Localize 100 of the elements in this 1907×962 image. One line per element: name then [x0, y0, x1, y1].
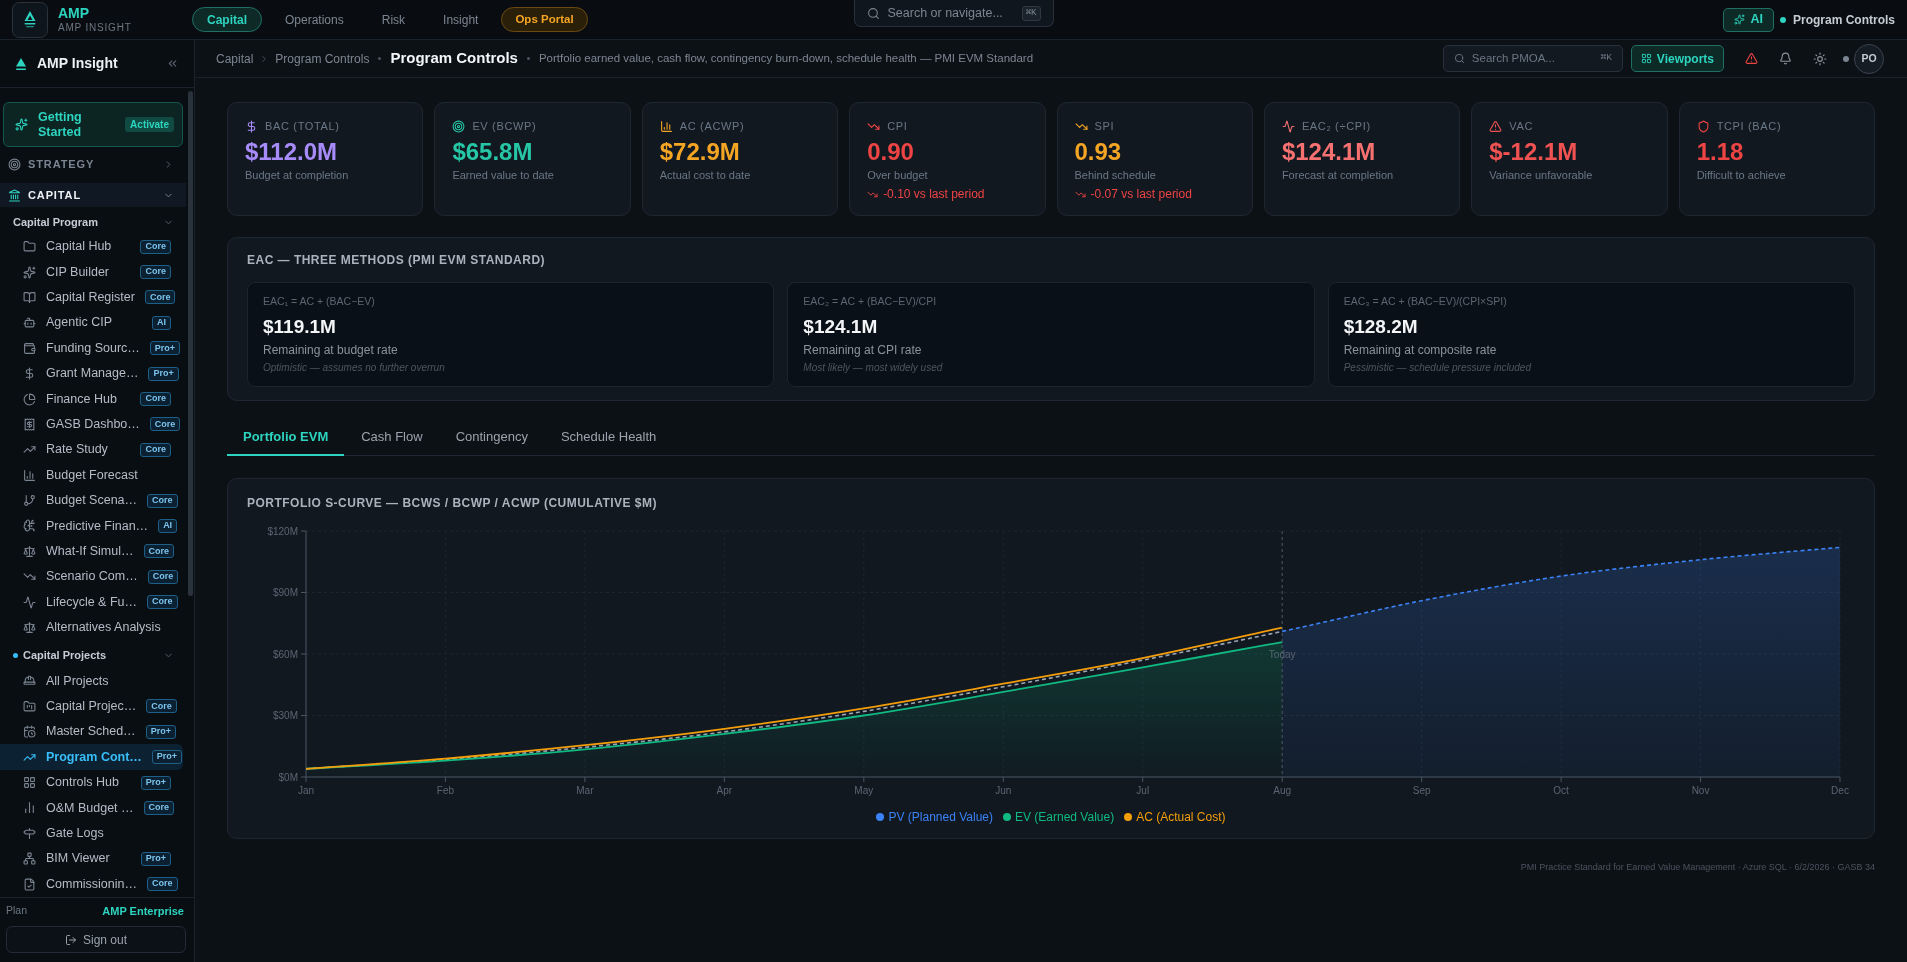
sidebar-item[interactable]: CIP Builder Core: [0, 259, 183, 285]
sidebar-item[interactable]: Rate Study Core: [0, 437, 183, 463]
kpi-value: $112.0M: [245, 138, 339, 166]
method-formula: EAC₂ = AC + (BAC−EV)/CPI: [803, 294, 938, 308]
sun-icon[interactable]: [1813, 51, 1827, 66]
dollar-icon: [23, 367, 36, 381]
user-avatar[interactable]: PO: [1854, 43, 1884, 74]
kpi-label: BAC (TOTAL): [265, 118, 340, 134]
viewports-button[interactable]: Viewports: [1630, 45, 1724, 72]
sidebar-item[interactable]: Agentic CIP AI: [0, 310, 183, 336]
method-note: Pessimistic — schedule pressure included: [1343, 361, 1533, 375]
bank-icon: [8, 188, 21, 202]
search-field[interactable]: Search PMOA... ⌘K: [1442, 45, 1623, 72]
portal-button[interactable]: Ops Portal: [501, 7, 588, 32]
kpi-caption: Variance unfavorable: [1489, 168, 1594, 183]
sidebar-item[interactable]: Lifecycle & Fu… Core: [0, 589, 183, 615]
signpost-icon: [23, 826, 36, 840]
group-header[interactable]: Capital Projects: [0, 642, 186, 669]
legend-label: PV (Planned Value): [888, 809, 993, 826]
kpi-value: $65.8M: [452, 138, 534, 166]
group-header[interactable]: Capital Program: [0, 210, 186, 234]
sidebar-item[interactable]: Capital Hub Core: [0, 234, 183, 260]
y-tick-label: $120M: [267, 525, 298, 537]
sidebar-item[interactable]: Budget Forecast: [0, 462, 183, 488]
pulse-icon: [1281, 119, 1295, 133]
scrollbar[interactable]: [187, 91, 193, 596]
breadcrumb-link[interactable]: Capital: [216, 49, 254, 68]
tier-badge: Core: [147, 569, 179, 584]
tier-badge: Core: [140, 392, 171, 407]
kpi-label: CPI: [887, 118, 908, 134]
sidebar-item[interactable]: BIM Viewer Pro+: [0, 846, 183, 872]
nav-tab[interactable]: Capital: [192, 7, 262, 32]
sparkle-icon: [15, 118, 28, 131]
sidebar-item[interactable]: Capital Projec… Core: [0, 693, 183, 720]
bar-chart-icon: [23, 801, 36, 815]
x-tick-label: Sep: [1412, 785, 1431, 796]
sidebar-item[interactable]: What-If Simul… Core: [0, 538, 183, 565]
nav-tab[interactable]: Risk: [366, 7, 421, 32]
dollar-icon: [245, 119, 258, 133]
search-field[interactable]: Search or navigate... ⌘K: [853, 0, 1054, 27]
collapse-icon[interactable]: [166, 57, 179, 70]
sidebar-item[interactable]: Finance Hub Core: [0, 386, 183, 412]
x-tick-label: May: [854, 785, 874, 796]
tier-badge: Pro+: [140, 851, 171, 866]
logout-icon: [64, 933, 77, 946]
sidebar-item[interactable]: Master Sched… Pro+: [0, 719, 183, 745]
tab[interactable]: Schedule Health: [544, 420, 673, 456]
activate-badge[interactable]: Activate: [125, 117, 174, 132]
sidebar-item[interactable]: Capital Register Core: [0, 284, 183, 311]
network-icon: [23, 852, 36, 866]
sidebar-item[interactable]: GASB Dashbo… Core: [0, 411, 183, 438]
tab[interactable]: Contingency: [439, 420, 544, 456]
section-header[interactable]: CAPITAL: [0, 183, 186, 207]
sidebar-item[interactable]: Grant Manage… Pro+: [0, 360, 183, 387]
footer-note: PMI Practice Standard for Earned Value Management · Azure SQL · 6/2/2026 · GASB 34: [1520, 861, 1875, 874]
brand-name: AMP: [58, 5, 91, 21]
sidebar-item[interactable]: Funding Sourc… Pro+: [0, 335, 183, 361]
sidebar-item[interactable]: Commissionin… Core: [0, 871, 183, 897]
x-tick-label: Dec: [1831, 785, 1849, 796]
sparkle-icon: [1734, 14, 1746, 25]
kpi-value: $124.1M: [1281, 138, 1377, 166]
tier-badge: Pro+: [145, 724, 176, 739]
sidebar-item[interactable]: All Projects: [0, 668, 183, 694]
robot-icon: [23, 316, 36, 330]
sidebar-item[interactable]: Budget Scena… Core: [0, 487, 183, 514]
tier-badge: AI: [152, 315, 171, 330]
sign-out-button[interactable]: Sign out: [6, 926, 186, 953]
sidebar-item[interactable]: Predictive Finan… AI: [0, 513, 183, 539]
grid-icon: [23, 776, 36, 789]
sidebar-item[interactable]: O&M Budget … Core: [0, 795, 183, 821]
tier-badge: Core: [140, 442, 171, 457]
tier-badge: Pro+: [149, 341, 181, 356]
sidebar-item[interactable]: Scenario Com… Core: [0, 564, 183, 590]
section-header[interactable]: STRATEGY: [0, 152, 186, 176]
kpi-caption: Difficult to achieve: [1696, 168, 1787, 183]
tab[interactable]: Cash Flow: [345, 420, 439, 456]
tab[interactable]: Portfolio EVM: [227, 420, 345, 456]
sidebar-item[interactable]: Controls Hub Pro+: [0, 769, 183, 796]
search-icon: [1453, 53, 1465, 64]
sidebar-item[interactable]: Alternatives Analysis: [0, 614, 183, 641]
tier-badge: Pro+: [140, 775, 171, 790]
bell-icon[interactable]: [1779, 52, 1792, 65]
bar-chart-icon: [23, 468, 36, 482]
search-icon: [866, 6, 880, 20]
nav-tab[interactable]: Operations: [270, 7, 359, 32]
warning-icon[interactable]: [1745, 52, 1758, 65]
nav-tab[interactable]: Insight: [428, 7, 494, 32]
method-formula: EAC₁ = AC + (BAC−EV): [263, 294, 376, 308]
tier-badge: Core: [143, 800, 175, 815]
method-value: $128.2M: [1343, 315, 1419, 339]
sidebar-item[interactable]: Program Cont… Pro+: [0, 744, 183, 770]
breadcrumb-link[interactable]: Program Controls: [275, 49, 370, 68]
tier-badge: Core: [147, 493, 178, 508]
ai-button[interactable]: AI: [1723, 7, 1774, 32]
sidebar-item[interactable]: Gate Logs: [0, 820, 183, 846]
chart-title: PORTFOLIO S-CURVE — BCWS / BCWP / ACWP (CUMULATIVE $M): [247, 495, 658, 511]
getting-started-button[interactable]: Getting Started Activate: [3, 102, 183, 147]
panel-title: EAC — THREE METHODS (PMI EVM STANDARD): [247, 252, 547, 268]
tier-badge: Core: [149, 417, 181, 432]
kpi-value: $-12.1M: [1489, 138, 1579, 166]
